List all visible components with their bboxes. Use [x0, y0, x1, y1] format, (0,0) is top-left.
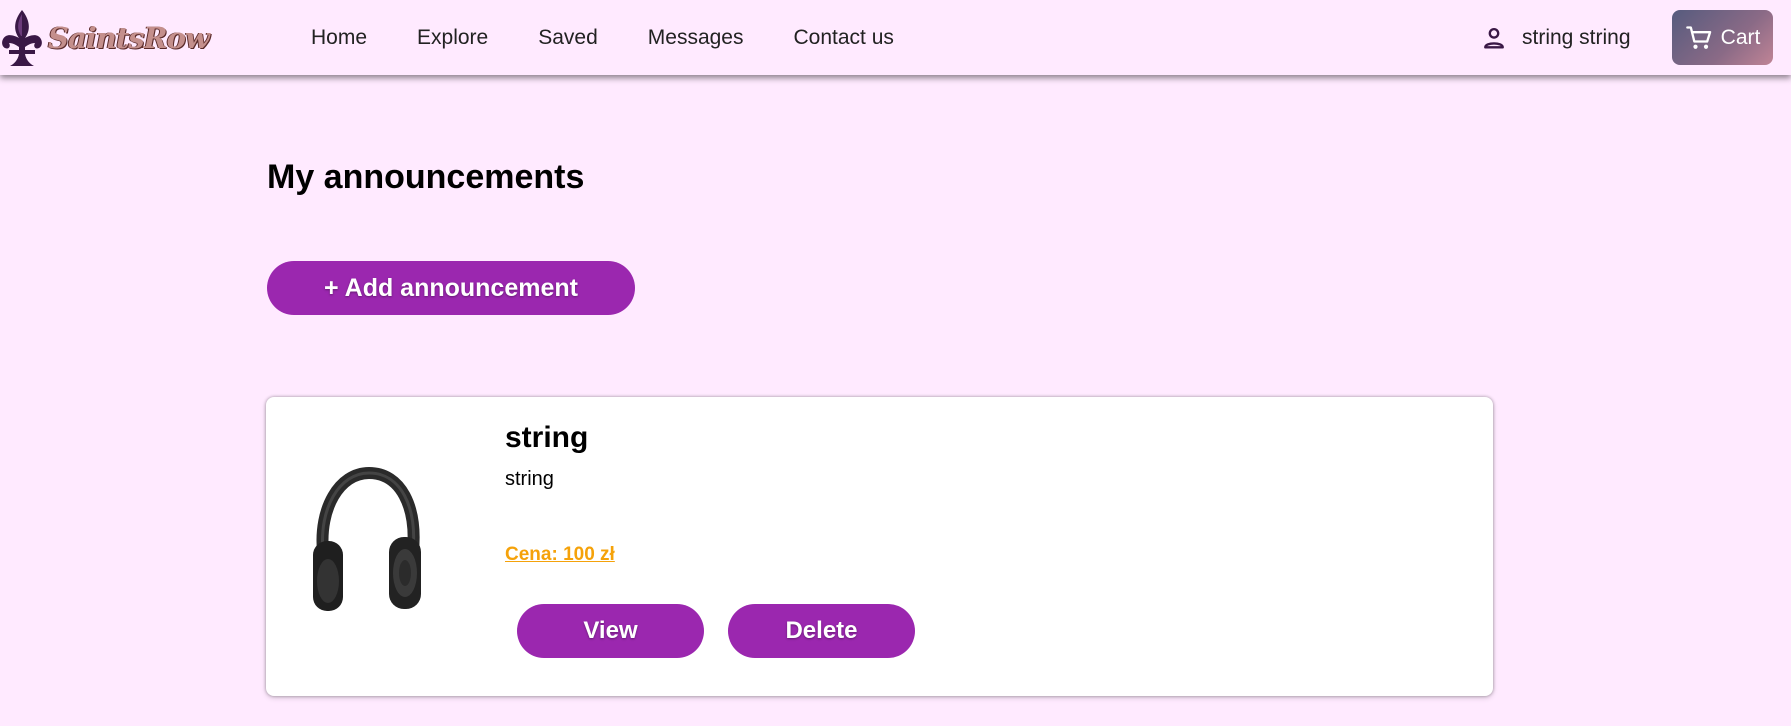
nav-home[interactable]: Home [311, 26, 367, 50]
person-icon [1484, 27, 1504, 48]
view-button[interactable]: View [517, 604, 704, 658]
headphones-image[interactable] [309, 459, 424, 617]
nav-saved[interactable]: Saved [538, 26, 598, 50]
announcement-description: string [505, 468, 554, 490]
announcement-price[interactable]: Cena: 100 zł [505, 544, 615, 566]
fleur-de-lis-icon [2, 10, 42, 66]
user-menu[interactable]: string string [1480, 0, 1631, 75]
nav-explore[interactable]: Explore [417, 26, 488, 50]
delete-button[interactable]: Delete [728, 604, 915, 658]
page-title: My announcements [267, 158, 585, 196]
add-announcement-button[interactable]: + Add announcement [267, 261, 635, 315]
cart-label: Cart [1720, 25, 1761, 49]
cart-button[interactable]: Cart [1672, 10, 1773, 65]
announcement-title: string [505, 421, 589, 454]
cart-icon [1685, 25, 1711, 49]
main-nav: Home Explore Saved Messages Contact us [311, 0, 944, 75]
nav-contact-us[interactable]: Contact us [794, 26, 894, 50]
logo-text: SaintsRow [48, 21, 210, 55]
top-navbar: SaintsRow Home Explore Saved Messages Co… [0, 0, 1791, 75]
nav-messages[interactable]: Messages [648, 26, 744, 50]
announcement-card: string string Cena: 100 zł View Delete [266, 397, 1493, 696]
logo[interactable]: SaintsRow [0, 8, 210, 68]
user-name[interactable]: string string [1522, 26, 1631, 50]
